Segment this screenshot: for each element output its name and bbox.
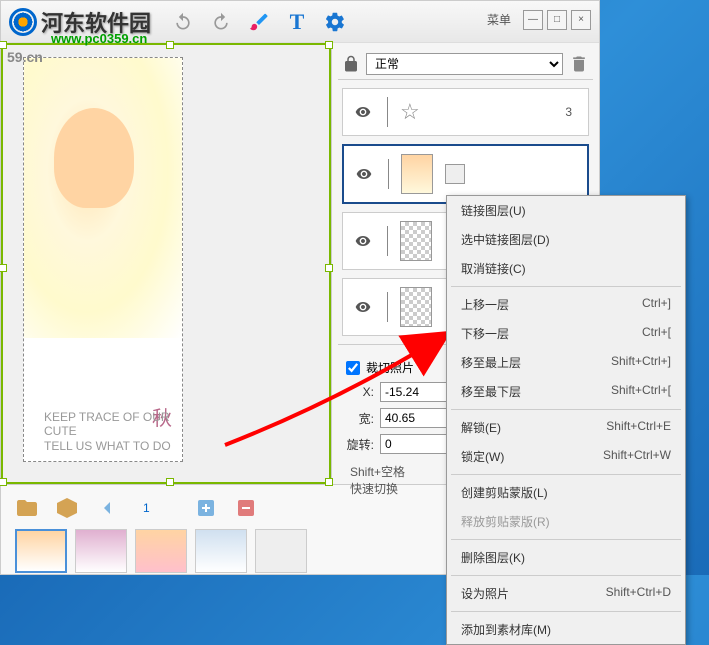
visibility-icon[interactable] [352, 166, 376, 182]
context-menu: 链接图层(U)选中链接图层(D)取消链接(C) 上移一层Ctrl+]下移一层Ctr… [446, 195, 686, 645]
watermark-url: www.pc0359.cn [51, 31, 147, 46]
watermark-corner: 59.cn [7, 49, 43, 65]
context-menu-item[interactable]: 上移一层Ctrl+] [447, 290, 685, 319]
context-menu-item[interactable]: 移至最上层Shift+Ctrl+] [447, 348, 685, 377]
context-menu-item[interactable]: 取消链接(C) [447, 254, 685, 283]
visibility-icon[interactable] [351, 299, 375, 315]
settings-icon[interactable] [323, 10, 347, 34]
layer-number: 3 [565, 105, 572, 119]
context-menu-item[interactable]: 设为照片Shift+Ctrl+D [447, 579, 685, 608]
context-menu-item[interactable]: 链接图层(U) [447, 196, 685, 225]
context-menu-item[interactable]: 移至最下层Shift+Ctrl+[ [447, 377, 685, 406]
x-input[interactable] [380, 382, 450, 402]
layer-thumbnail [400, 221, 432, 261]
context-menu-item[interactable]: 创建剪贴蒙版(L) [447, 478, 685, 507]
undo-icon[interactable] [171, 10, 195, 34]
context-menu-item[interactable]: 删除图层(K) [447, 543, 685, 572]
rotate-input[interactable] [380, 434, 450, 454]
prev-arrow-icon[interactable] [95, 496, 119, 520]
logo-icon [9, 8, 37, 36]
context-menu-item[interactable]: 下移一层Ctrl+[ [447, 319, 685, 348]
context-menu-item[interactable]: 添加到素材库(M) [447, 615, 685, 644]
crop-checkbox[interactable] [346, 361, 360, 375]
page-number: 1 [143, 501, 150, 515]
maximize-button[interactable]: □ [547, 10, 567, 30]
page-thumbnail[interactable] [15, 529, 67, 573]
brush-icon[interactable] [247, 10, 271, 34]
resize-handle[interactable] [166, 41, 174, 49]
remove-page-icon[interactable] [234, 496, 258, 520]
layer-item[interactable]: ☆ 3 [342, 88, 589, 136]
width-input[interactable] [380, 408, 450, 428]
folder-icon[interactable] [15, 496, 39, 520]
layers-header: 正常 [338, 49, 593, 80]
menu-button[interactable]: 菜单 [479, 9, 519, 30]
page-thumbnail[interactable] [135, 529, 187, 573]
minimize-button[interactable]: — [523, 10, 543, 30]
trash-icon[interactable] [569, 54, 589, 74]
rotate-label: 旋转: [346, 436, 374, 453]
page-thumbnail[interactable] [195, 529, 247, 573]
visibility-icon[interactable] [351, 233, 375, 249]
lock-icon[interactable] [342, 55, 360, 73]
toolbar: T [171, 10, 347, 34]
blend-mode-select[interactable]: 正常 [366, 53, 563, 75]
redo-icon[interactable] [209, 10, 233, 34]
context-menu-item[interactable]: 锁定(W)Shift+Ctrl+W [447, 442, 685, 471]
canvas-area[interactable]: 59.cn 秋 KEEP TRACE OF OUR CUTE TELL US W… [1, 43, 331, 484]
small-text: KEEP TRACE OF OUR CUTE TELL US WHAT TO D… [44, 410, 182, 453]
width-label: 宽: [346, 410, 374, 427]
photo-layer[interactable] [24, 58, 182, 338]
context-menu-item[interactable]: 解锁(E)Shift+Ctrl+E [447, 413, 685, 442]
canvas-content[interactable]: 秋 KEEP TRACE OF OUR CUTE TELL US WHAT TO… [23, 57, 183, 462]
layer-mask-thumbnail [445, 164, 465, 184]
page-thumbnail[interactable] [75, 529, 127, 573]
context-menu-item[interactable]: 选中链接图层(D) [447, 225, 685, 254]
visibility-icon[interactable] [351, 104, 375, 120]
crop-label: 裁切照片 [366, 359, 414, 376]
context-menu-item: 释放剪贴蒙版(R) [447, 507, 685, 536]
x-label: X: [346, 385, 374, 399]
page-thumbnail[interactable] [255, 529, 307, 573]
close-button[interactable]: × [571, 10, 591, 30]
resize-handle[interactable] [0, 264, 7, 272]
resize-handle[interactable] [0, 41, 7, 49]
layer-thumbnail [400, 287, 432, 327]
box-icon[interactable] [55, 496, 79, 520]
star-icon: ☆ [400, 99, 420, 125]
add-page-icon[interactable] [194, 496, 218, 520]
layer-thumbnail [401, 154, 433, 194]
window-controls: 菜单 — □ × [479, 9, 591, 30]
text-icon[interactable]: T [285, 10, 309, 34]
